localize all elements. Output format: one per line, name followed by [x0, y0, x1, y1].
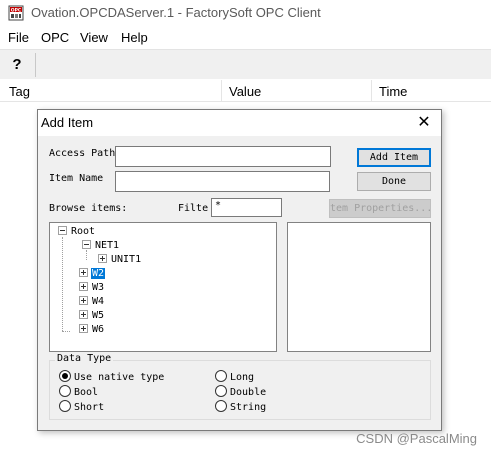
radio-long[interactable]: Long	[215, 370, 254, 384]
expand-icon[interactable]	[98, 254, 107, 263]
tree-connector	[62, 237, 63, 331]
svg-text:OPC: OPC	[11, 7, 22, 13]
item-properties-list[interactable]	[287, 222, 431, 352]
item-list-header: Tag Value Time	[0, 80, 491, 102]
tree-node-unit1[interactable]: UNIT1	[98, 253, 142, 266]
radio-bool[interactable]: Bool	[59, 385, 98, 399]
tree-connector	[62, 331, 70, 332]
tree-node-w5[interactable]: W5	[79, 309, 105, 322]
add-item-button[interactable]: Add Item	[357, 148, 431, 167]
radio-icon[interactable]	[59, 385, 71, 397]
radio-string[interactable]: String	[215, 400, 266, 414]
radio-checked-icon[interactable]	[59, 370, 71, 382]
column-divider[interactable]	[221, 80, 222, 102]
menu-opc[interactable]: OPC	[41, 30, 69, 45]
window-title: Ovation.OPCDAServer.1 - FactorySoft OPC …	[31, 5, 321, 20]
expand-icon[interactable]	[79, 296, 88, 305]
tree-node-w3[interactable]: W3	[79, 281, 105, 294]
dialog-title: Add Item	[41, 115, 94, 130]
column-value[interactable]: Value	[229, 84, 261, 99]
data-type-title: Data Type	[55, 353, 114, 364]
radio-icon[interactable]	[59, 400, 71, 412]
dialog-title-bar: Add Item ✕	[38, 110, 441, 136]
expand-icon[interactable]	[79, 324, 88, 333]
menu-help[interactable]: Help	[121, 30, 148, 45]
close-icon[interactable]: ✕	[407, 110, 441, 136]
menu-bar: File OPC View Help	[0, 27, 491, 49]
filter-input[interactable]: *	[211, 198, 282, 217]
toolbar-separator	[35, 53, 36, 77]
browse-items-label: Browse items:	[49, 203, 128, 214]
column-time[interactable]: Time	[379, 84, 407, 99]
filter-label: Filte	[178, 203, 208, 214]
radio-icon[interactable]	[215, 370, 227, 382]
watermark: CSDN @PascalMing	[356, 431, 477, 446]
radio-icon[interactable]	[215, 385, 227, 397]
item-name-label: Item Name	[49, 173, 104, 184]
toolbar: ?	[0, 49, 491, 79]
item-properties-button[interactable]: tem Properties...	[329, 199, 431, 218]
item-name-input[interactable]	[115, 171, 330, 192]
expand-icon[interactable]	[79, 310, 88, 319]
radio-double[interactable]: Double	[215, 385, 266, 399]
collapse-icon[interactable]	[58, 226, 67, 235]
radio-use-native-type[interactable]: Use native type	[59, 370, 164, 384]
column-divider[interactable]	[371, 80, 372, 102]
menu-file[interactable]: File	[8, 30, 29, 45]
collapse-icon[interactable]	[82, 240, 91, 249]
expand-icon[interactable]	[79, 268, 88, 277]
menu-view[interactable]: View	[80, 30, 108, 45]
done-button[interactable]: Done	[357, 172, 431, 191]
expand-icon[interactable]	[79, 282, 88, 291]
help-icon[interactable]: ?	[6, 54, 28, 76]
access-path-label: Access Path	[49, 148, 116, 159]
add-item-dialog: Add Item ✕ Access Path Item Name Add Ite…	[37, 109, 442, 431]
tree-node-w4[interactable]: W4	[79, 295, 105, 308]
radio-icon[interactable]	[215, 400, 227, 412]
browse-tree[interactable]: Root NET1 UNIT1 W2 W3 W4 W5 W6	[49, 222, 277, 352]
tree-node-w6[interactable]: W6	[79, 323, 105, 336]
tree-node-net1[interactable]: NET1	[82, 239, 120, 252]
opc-app-icon: OPC	[8, 5, 24, 21]
access-path-input[interactable]	[115, 146, 331, 167]
tree-node-root[interactable]: Root	[58, 225, 96, 238]
radio-short[interactable]: Short	[59, 400, 104, 414]
title-bar: OPC Ovation.OPCDAServer.1 - FactorySoft …	[0, 0, 491, 27]
column-tag[interactable]: Tag	[9, 84, 30, 99]
tree-node-w2[interactable]: W2	[79, 267, 106, 280]
